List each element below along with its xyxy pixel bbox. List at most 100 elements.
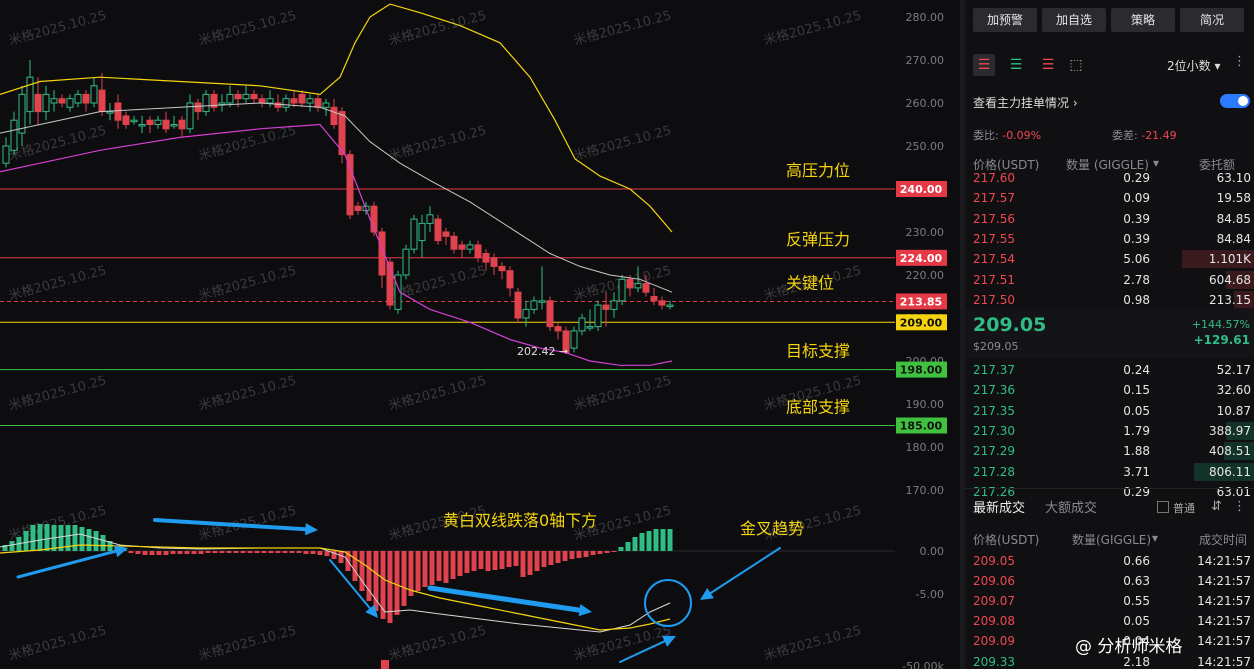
qty-cell: 3.71 [1123, 464, 1150, 479]
watermark-text: 米格2025.10.25 [197, 7, 298, 48]
main-orders-label: 查看主力挂单情况 [973, 96, 1070, 110]
qty-cell: 0.05 [1123, 403, 1150, 418]
macd-histogram-bar [660, 529, 666, 551]
add-alert-button[interactable]: 加预警 [973, 8, 1037, 32]
price-cell: 217.51 [973, 272, 1015, 287]
macd-histogram-bar [429, 551, 435, 585]
qty-cell: 0.29 [1123, 171, 1150, 185]
y-axis-tick: 230.00 [906, 226, 945, 239]
bid-row[interactable]: 217.29 1.88 408.51 [965, 441, 1254, 461]
trade-row[interactable]: 209.08 0.05 14:21:57 [965, 611, 1254, 631]
watermark-text: 米格2025.10.25 [7, 372, 108, 413]
macd-histogram-bar [338, 551, 344, 563]
candle-body [202, 93, 210, 113]
book-asks-icon[interactable]: ☰ [1037, 54, 1059, 76]
macd-histogram-bar [240, 551, 246, 553]
trend-arrow-head [578, 604, 592, 617]
macd-histogram-bar [667, 529, 673, 551]
candle-body [650, 296, 658, 302]
watermark-text: 米格2025.10.25 [387, 262, 488, 303]
candle-body [10, 119, 18, 151]
third-cell: 14:21:57 [1197, 634, 1251, 649]
macd-histogram-bar [37, 524, 43, 551]
macd-histogram-bar [177, 551, 183, 554]
macd-histogram-bar [44, 524, 50, 551]
macd-histogram-bar [394, 551, 400, 615]
macd-histogram-bar [352, 551, 358, 581]
candlestick-chart[interactable]: 米格2025.10.25 米格2025.10.25 米格2025.10.25 米格20… [0, 0, 960, 669]
candle-body [90, 85, 98, 104]
macd-histogram-bar [86, 529, 92, 551]
tab-latest-trades[interactable]: 最新成交 [973, 497, 1025, 516]
price-cell: 217.57 [973, 191, 1015, 206]
bid-row[interactable]: 217.30 1.79 388.97 [965, 421, 1254, 441]
candle-body [442, 231, 450, 237]
candle-body [298, 93, 306, 104]
qty-cell: 0.39 [1123, 211, 1150, 226]
qty-cell: 0.66 [1123, 554, 1150, 568]
book-both-icon[interactable]: ☰ [973, 54, 995, 76]
macd-histogram-bar [625, 542, 631, 551]
ask-row[interactable]: 217.60 0.29 63.10 [965, 168, 1254, 188]
trade-row[interactable]: 209.05 0.66 14:21:57 [965, 551, 1254, 571]
candle-body [282, 98, 290, 108]
macd-histogram-bar [555, 551, 561, 563]
price-cell: 217.54 [973, 252, 1015, 267]
candle-body [514, 291, 522, 319]
candle-body [586, 326, 594, 329]
candle-body [322, 102, 330, 108]
ask-row[interactable]: 217.54 5.06 1.101K [965, 249, 1254, 269]
chart-area[interactable]: 米格2025.10.25 米格2025.10.25 米格2025.10.25 米格20… [0, 0, 960, 669]
third-cell: 84.85 [1216, 211, 1251, 226]
trades-more-icon[interactable]: ⋮ [1233, 499, 1246, 514]
qty-cell: 0.24 [1123, 363, 1150, 377]
macd-histogram-bar [401, 551, 407, 606]
qty-cell: 1.79 [1123, 423, 1150, 438]
macd-histogram-bar [569, 551, 575, 559]
bid-row[interactable]: 217.37 0.24 52.17 [965, 360, 1254, 380]
decimals-value: 2位小数 [1167, 59, 1211, 73]
main-orders-link[interactable]: 查看主力挂单情况 › [973, 94, 1078, 111]
qty-cell: 0.63 [1123, 574, 1150, 589]
macd-histogram-bar [590, 551, 596, 555]
main-orders-toggle[interactable] [1220, 94, 1250, 108]
bid-row[interactable]: 217.36 0.15 32.60 [965, 380, 1254, 400]
trade-row[interactable]: 209.06 0.63 14:21:57 [965, 571, 1254, 591]
ask-row[interactable]: 217.56 0.39 84.85 [965, 209, 1254, 229]
watermark-text: 米格2025.10.25 [7, 262, 108, 303]
trend-arrow [16, 549, 119, 579]
decimals-select[interactable]: 2位小数 ▾ [1167, 57, 1220, 74]
third-cell: 32.60 [1216, 383, 1251, 398]
macd-histogram-bar [632, 537, 638, 551]
ask-row[interactable]: 217.50 0.98 213.15 [965, 290, 1254, 310]
candle-body [554, 326, 562, 332]
overview-button[interactable]: 简况 [1180, 8, 1244, 32]
ask-row[interactable]: 217.51 2.78 604.68 [965, 270, 1254, 290]
macd-histogram-bar [415, 551, 421, 591]
filter-icon[interactable]: ⇵ [1211, 499, 1222, 514]
bid-row[interactable]: 217.35 0.05 10.87 [965, 401, 1254, 421]
ask-row[interactable]: 217.57 0.09 19.58 [965, 188, 1254, 208]
ask-row[interactable]: 217.55 0.39 84.84 [965, 229, 1254, 249]
bid-row[interactable]: 217.28 3.71 806.11 [965, 462, 1254, 482]
add-watchlist-button[interactable]: 加自选 [1042, 8, 1106, 32]
normal-checkbox[interactable]: 普通 [1157, 500, 1195, 516]
strategy-button[interactable]: 策略 [1111, 8, 1175, 32]
qty-cell: 1.88 [1123, 444, 1150, 459]
book-expand-icon[interactable]: ⬚ [1065, 54, 1087, 76]
macd-histogram-bar [422, 551, 428, 587]
macd-histogram-bar [184, 551, 190, 554]
trade-row[interactable]: 209.07 0.55 14:21:57 [965, 591, 1254, 611]
tab-large-trades[interactable]: 大额成交 [1045, 497, 1097, 516]
candle-body [290, 98, 298, 104]
candle-body [226, 93, 234, 104]
macd-histogram-bar [541, 551, 547, 567]
candle-body [402, 248, 410, 276]
more-icon[interactable]: ⋮ [1233, 54, 1251, 72]
last-price-block: 209.05 $209.05 +144.57% +129.61 [965, 308, 1254, 358]
book-bids-icon[interactable]: ☰ [1005, 54, 1027, 76]
macd-histogram-bar [499, 551, 505, 569]
third-cell: 806.11 [1209, 464, 1251, 479]
level-label: 高压力位 [786, 161, 850, 180]
price-cell: 209.07 [973, 594, 1015, 609]
